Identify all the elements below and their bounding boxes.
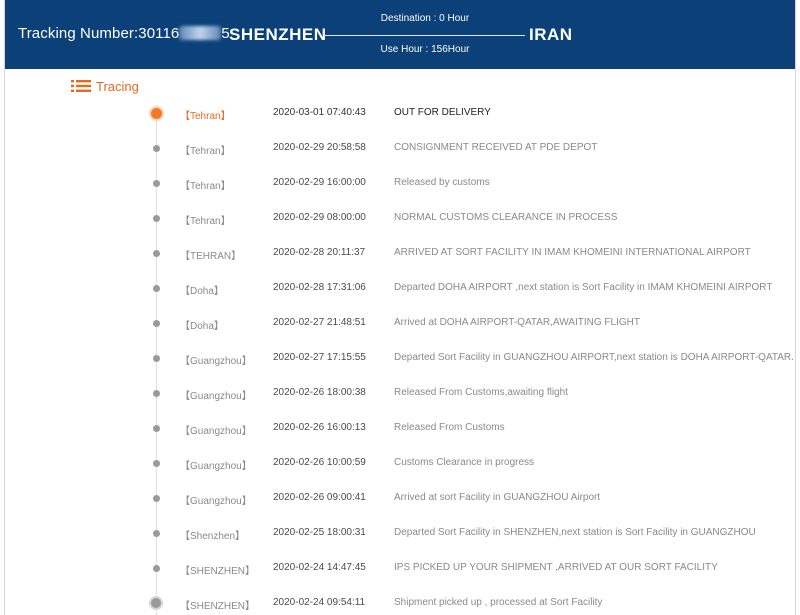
event-time: 2020-02-25 18:00:31 — [273, 527, 366, 538]
destination-country: IRAN — [529, 25, 573, 44]
tracking-event: 【Tehran】 2020-02-29 20:58:58 CONSIGNMENT… — [5, 130, 795, 165]
event-description: Departed DOHA AIRPORT ,next station is S… — [394, 282, 773, 293]
timeline-dot — [153, 530, 160, 537]
event-time: 2020-02-28 17:31:06 — [273, 282, 366, 293]
event-description: Arrived at sort Facility in GUANGZHOU Ai… — [394, 492, 601, 503]
event-description: NORMAL CUSTOMS CLEARANCE IN PROCESS — [394, 212, 618, 223]
tracking-event: 【Guangzhou】 2020-02-26 10:00:59 Customs … — [5, 445, 795, 480]
tracking-panel: Tracking Number:30116 5 SHENZHEN Destinat… — [4, 0, 796, 615]
event-time: 2020-02-24 09:54:11 — [273, 597, 366, 608]
event-location: 【Guangzhou】 — [180, 391, 252, 402]
event-location: 【Tehran】 — [180, 181, 231, 192]
event-time: 2020-02-26 16:00:13 — [273, 422, 366, 433]
event-time: 2020-02-26 18:00:38 — [273, 387, 366, 398]
timeline-dot — [153, 215, 160, 222]
event-location: 【Tehran】 — [180, 146, 231, 157]
event-description: Departed Sort Facility in GUANGZHOU AIRP… — [394, 352, 794, 363]
tracing-section-title: Tracing — [71, 77, 139, 95]
timeline-dot-first — [151, 598, 161, 608]
tracking-event: 【SHENZHEN】 2020-02-24 09:54:11 Shipment … — [5, 585, 795, 615]
tracking-event: 【SHENZHEN】 2020-02-24 14:47:45 IPS PICKE… — [5, 550, 795, 585]
timeline-dot — [153, 355, 160, 362]
event-description: IPS PICKED UP YOUR SHIPMENT ,ARRIVED AT … — [394, 562, 718, 573]
event-location: 【Guangzhou】 — [180, 496, 252, 507]
origin-city: SHENZHEN — [229, 25, 327, 44]
event-description: Released From Customs — [394, 422, 505, 433]
tracking-event: 【Guangzhou】 2020-02-26 09:00:41 Arrived … — [5, 480, 795, 515]
event-time: 2020-02-29 20:58:58 — [273, 142, 366, 153]
timeline-dot — [153, 145, 160, 152]
event-description: Shipment picked up , processed at Sort F… — [394, 597, 603, 608]
event-location: 【Shenzhen】 — [180, 531, 246, 542]
event-time: 2020-02-27 17:15:55 — [273, 352, 366, 363]
event-location: 【SHENZHEN】 — [180, 601, 256, 612]
event-location: 【SHENZHEN】 — [180, 566, 256, 577]
event-location: 【Doha】 — [180, 321, 224, 332]
event-location: 【Tehran】 — [180, 111, 231, 122]
timeline-dot — [153, 460, 160, 467]
tracing-label: Tracing — [96, 78, 139, 94]
timeline-dot — [153, 565, 160, 572]
event-location: 【Guangzhou】 — [180, 461, 252, 472]
timeline-dot — [153, 320, 160, 327]
event-location: 【Doha】 — [180, 286, 224, 297]
event-time: 2020-02-24 14:47:45 — [273, 562, 366, 573]
destination-hours: Destination : 0 Hour — [380, 13, 470, 24]
tracking-event: 【Guangzhou】 2020-02-26 16:00:13 Released… — [5, 410, 795, 445]
event-time: 2020-02-29 16:00:00 — [273, 177, 366, 188]
event-time: 2020-02-29 08:00:00 — [273, 212, 366, 223]
event-description: Customs Clearance in progress — [394, 457, 535, 468]
tracking-event: 【Guangzhou】 2020-02-26 18:00:38 Released… — [5, 375, 795, 410]
event-location: 【TEHRAN】 — [180, 251, 242, 262]
timeline-dot-current — [151, 108, 162, 119]
tracking-event: 【Doha】 2020-02-27 21:48:51 Arrived at DO… — [5, 305, 795, 340]
tracking-event: 【Tehran】 2020-02-29 08:00:00 NORMAL CUST… — [5, 200, 795, 235]
timeline-dot — [153, 425, 160, 432]
timeline-dot — [153, 250, 160, 257]
event-description: Released From Customs,awaiting flight — [394, 387, 568, 398]
tracking-event: 【Shenzhen】 2020-02-25 18:00:31 Departed … — [5, 515, 795, 550]
event-time: 2020-02-26 10:00:59 — [273, 457, 366, 468]
use-hours: Use Hour : 156Hour — [380, 44, 470, 55]
event-time: 2020-02-27 21:48:51 — [273, 317, 366, 328]
tracking-number-value: 30116 — [138, 25, 180, 42]
list-icon — [71, 80, 91, 92]
timeline-dot — [153, 390, 160, 397]
tracking-number-label: Tracking Number: — [18, 25, 139, 42]
event-location: 【Guangzhou】 — [180, 426, 252, 437]
tracking-event: 【Doha】 2020-02-28 17:31:06 Departed DOHA… — [5, 270, 795, 305]
route-line — [325, 35, 525, 36]
timeline-dot — [153, 285, 160, 292]
event-location: 【Tehran】 — [180, 216, 231, 227]
redacted-digits — [179, 26, 222, 40]
tracking-event: 【Tehran】 2020-03-01 07:40:43 OUT FOR DEL… — [5, 95, 795, 130]
tracking-event: 【Tehran】 2020-02-29 16:00:00 Released by… — [5, 165, 795, 200]
event-description: Arrived at DOHA AIRPORT-QATAR,AWAITING F… — [394, 317, 640, 328]
event-description: CONSIGNMENT RECEIVED AT PDE DEPOT — [394, 142, 598, 153]
tracking-header: Tracking Number:30116 5 SHENZHEN Destinat… — [5, 0, 795, 69]
event-time: 2020-02-26 09:00:41 — [273, 492, 366, 503]
event-description: Released by customs — [394, 177, 490, 188]
event-description: Departed Sort Facility in SHENZHEN,next … — [394, 527, 756, 538]
event-time: 2020-02-28 20:11:37 — [273, 247, 366, 258]
event-time: 2020-03-01 07:40:43 — [273, 107, 366, 118]
event-location: 【Guangzhou】 — [180, 356, 252, 367]
event-description: OUT FOR DELIVERY — [394, 107, 491, 118]
tracking-event: 【TEHRAN】 2020-02-28 20:11:37 ARRIVED AT … — [5, 235, 795, 270]
timeline-dot — [153, 495, 160, 502]
tracking-event: 【Guangzhou】 2020-02-27 17:15:55 Departed… — [5, 340, 795, 375]
event-description: ARRIVED AT SORT FACILITY IN IMAM KHOMEIN… — [394, 247, 751, 258]
tracking-number: Tracking Number:30116 5 — [18, 25, 230, 42]
timeline-dot — [153, 180, 160, 187]
